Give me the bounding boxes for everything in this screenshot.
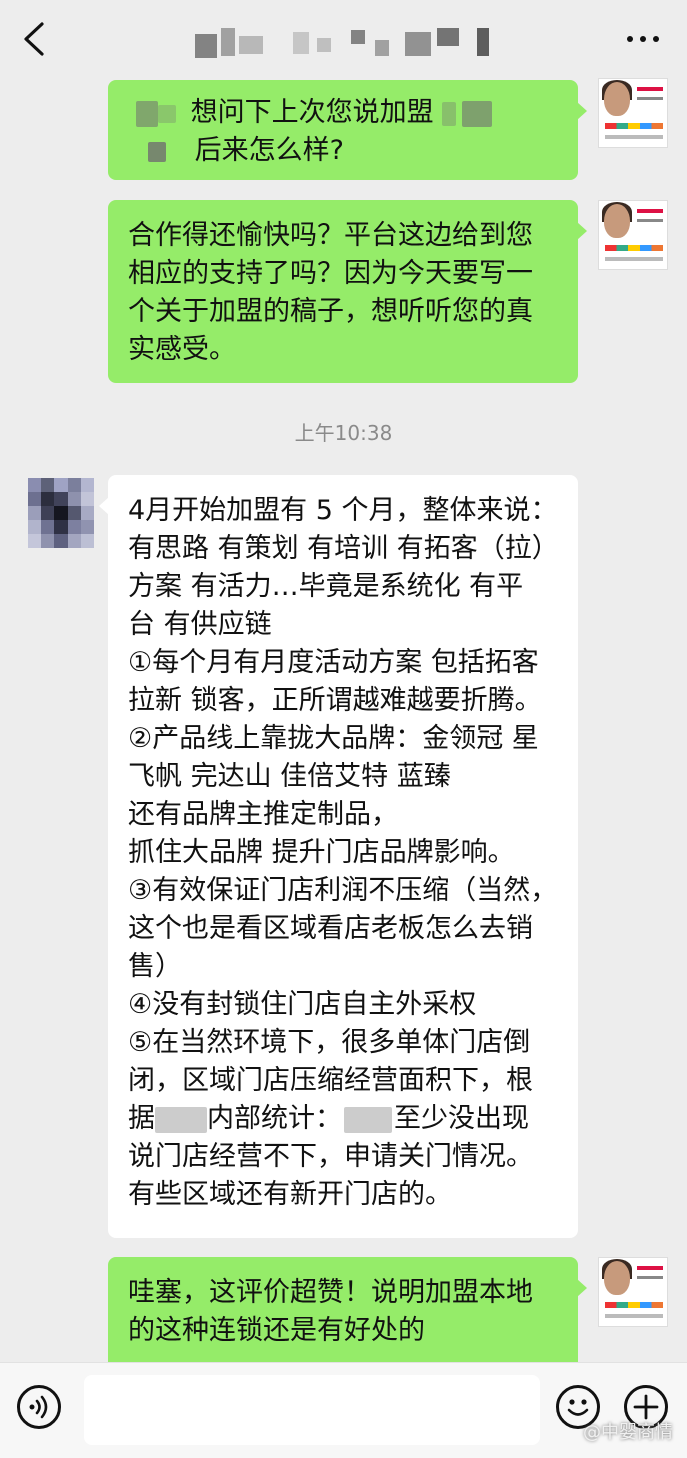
message-text-line: 想问下上次您说加盟 xyxy=(190,97,434,128)
message-bubble-sent[interactable]: 想问下上次您说加盟 后来怎么样? xyxy=(108,80,587,180)
chat-header xyxy=(0,0,687,80)
message-text-line: 台 有供应链 xyxy=(128,609,272,640)
message-text-line: 拉新 锁客，正所谓越难越要折腾。 xyxy=(128,685,542,716)
message-text-line: 闭，区域门店压缩经营面积下，根 xyxy=(128,1065,533,1096)
my-avatar[interactable] xyxy=(598,78,668,148)
message-text-line: 相应的支持了吗？因为今天要写一 xyxy=(128,258,533,289)
message-text-line: 还有品牌主推定制品， xyxy=(128,799,398,830)
message-text-line: 后来怎么样? xyxy=(194,135,344,166)
chevron-left-icon[interactable] xyxy=(18,20,52,58)
ellipsis-icon xyxy=(627,36,633,42)
chat-title xyxy=(195,24,500,60)
watermark: @中婴商情 xyxy=(583,1422,673,1443)
message-input[interactable] xyxy=(84,1375,540,1445)
message-text-line: ④没有封锁住门店自主外采权 xyxy=(128,989,477,1020)
message-text-line: 4月开始加盟有 5 个月，整体来说： xyxy=(128,495,558,526)
message-text-line: ②产品线上靠拢大品牌：金领冠 星 xyxy=(128,723,539,754)
more-options-button[interactable] xyxy=(623,28,663,50)
message-text-line: 哇塞，这评价超赞！说明加盟本地 xyxy=(128,1277,533,1308)
message-text-line: 说门店经营不下，申请关门情况。 xyxy=(128,1141,533,1172)
message-text-line: ①每个月有月度活动方案 包括拓客 xyxy=(128,647,539,678)
message-text-line: 方案 有活力…毕竟是系统化 有平 xyxy=(128,571,524,602)
message-bubble-sent[interactable]: 合作得还愉快吗？平台这边给到您 相应的支持了吗？因为今天要写一 个关于加盟的稿子… xyxy=(108,200,587,383)
voice-button[interactable] xyxy=(17,1385,61,1429)
message-text-line: ③有效保证门店利润不压缩（当然， xyxy=(128,875,558,906)
message-text-line: 抓住大品牌 提升门店品牌影响。 xyxy=(128,837,515,868)
my-avatar[interactable] xyxy=(598,1257,668,1327)
message-text-line: ⑤在当然环境下，很多单体门店倒 xyxy=(128,1027,531,1058)
message-bubble-received[interactable]: 4月开始加盟有 5 个月，整体来说： 有思路 有策划 有培训 有拓客（拉） 方案… xyxy=(99,475,578,1238)
message-text-line: 售） xyxy=(128,951,182,982)
message-text-line: 飞帆 完达山 佳倍艾特 蓝臻 xyxy=(128,761,451,792)
message-text-line: 这个也是看区域看店老板怎么去销 xyxy=(128,913,533,944)
message-text-line: 有些区域还有新开门店的。 xyxy=(128,1179,452,1210)
message-text-line: 合作得还愉快吗？平台这边给到您 xyxy=(128,220,533,251)
message-text-line: 的这种连锁还是有好处的 xyxy=(128,1315,425,1346)
voice-icon xyxy=(29,1395,48,1419)
message-timestamp: 上午10:38 xyxy=(294,421,393,445)
message-text-line: 据内部统计： 至少没出现 xyxy=(128,1103,529,1134)
message-text-line: 有思路 有策划 有培训 有拓客（拉） xyxy=(128,533,559,564)
message-bubble-sent[interactable]: 哇塞，这评价超赞！说明加盟本地 的这种连锁还是有好处的 xyxy=(108,1257,587,1362)
message-text-line: 个关于加盟的稿子，想听听您的真 xyxy=(128,296,533,327)
contact-avatar[interactable] xyxy=(28,478,94,548)
my-avatar[interactable] xyxy=(598,200,668,270)
message-text-line: 实感受。 xyxy=(128,334,236,365)
